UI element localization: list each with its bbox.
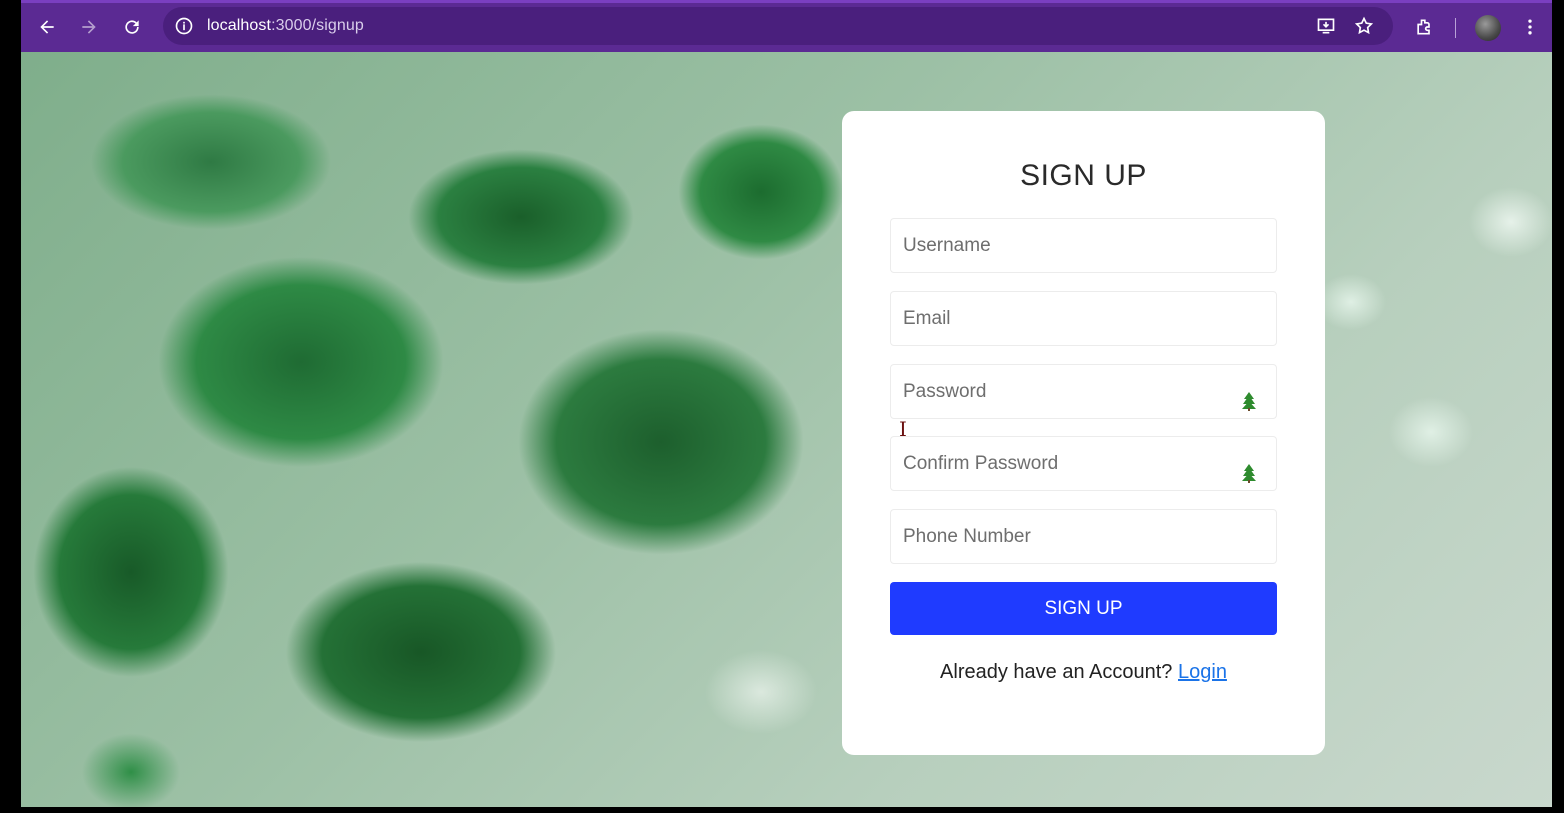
page-background: SIGN UP SIGN UP Already have an Account <box>21 52 1552 807</box>
page-title: SIGN UP <box>1020 159 1147 192</box>
confirm-password-input[interactable] <box>891 437 1276 490</box>
username-field[interactable] <box>890 218 1277 273</box>
profile-avatar[interactable] <box>1475 15 1501 41</box>
arrow-right-icon <box>82 20 96 34</box>
username-input[interactable] <box>891 219 1276 272</box>
login-prompt-text: Already have an Account? <box>940 661 1173 683</box>
signup-card: SIGN UP SIGN UP Already have an Account <box>842 111 1325 755</box>
more-vertical-icon <box>1528 19 1532 35</box>
toolbar-divider <box>1455 18 1456 38</box>
back-button[interactable] <box>31 11 63 43</box>
forward-button[interactable] <box>73 11 105 43</box>
reload-button[interactable] <box>116 11 148 43</box>
url-path: :3000/signup <box>271 17 364 34</box>
email-input[interactable] <box>891 292 1276 345</box>
login-prompt: Already have an Account? Login <box>842 661 1325 684</box>
extensions-button[interactable] <box>1408 11 1440 43</box>
address-bar[interactable]: localhost:3000/signup <box>163 7 1393 45</box>
arrow-left-icon <box>40 20 54 34</box>
bookmark-star-icon[interactable] <box>1353 15 1375 37</box>
reload-icon <box>125 20 139 34</box>
site-info-icon[interactable] <box>173 15 195 37</box>
url-host: localhost <box>207 17 272 34</box>
email-field[interactable] <box>890 291 1277 346</box>
browser-window: localhost:3000/signup SIGN UP Username E… <box>21 0 1552 807</box>
signup-button[interactable]: SIGN UP <box>890 582 1277 635</box>
text-cursor-icon: I <box>899 417 907 441</box>
password-input[interactable] <box>891 365 1276 418</box>
tree-icon[interactable] <box>1241 391 1257 411</box>
url-text: localhost:3000/signup <box>207 17 364 35</box>
phone-input[interactable] <box>891 510 1276 563</box>
install-app-icon[interactable] <box>1315 15 1337 37</box>
login-link[interactable]: Login <box>1178 661 1227 683</box>
confirm-password-field[interactable] <box>890 436 1277 491</box>
puzzle-icon <box>1417 19 1430 35</box>
tree-icon[interactable] <box>1241 463 1257 483</box>
password-field[interactable] <box>890 364 1277 419</box>
browser-toolbar: localhost:3000/signup <box>21 0 1552 52</box>
menu-button[interactable] <box>1514 11 1546 43</box>
phone-field[interactable] <box>890 509 1277 564</box>
